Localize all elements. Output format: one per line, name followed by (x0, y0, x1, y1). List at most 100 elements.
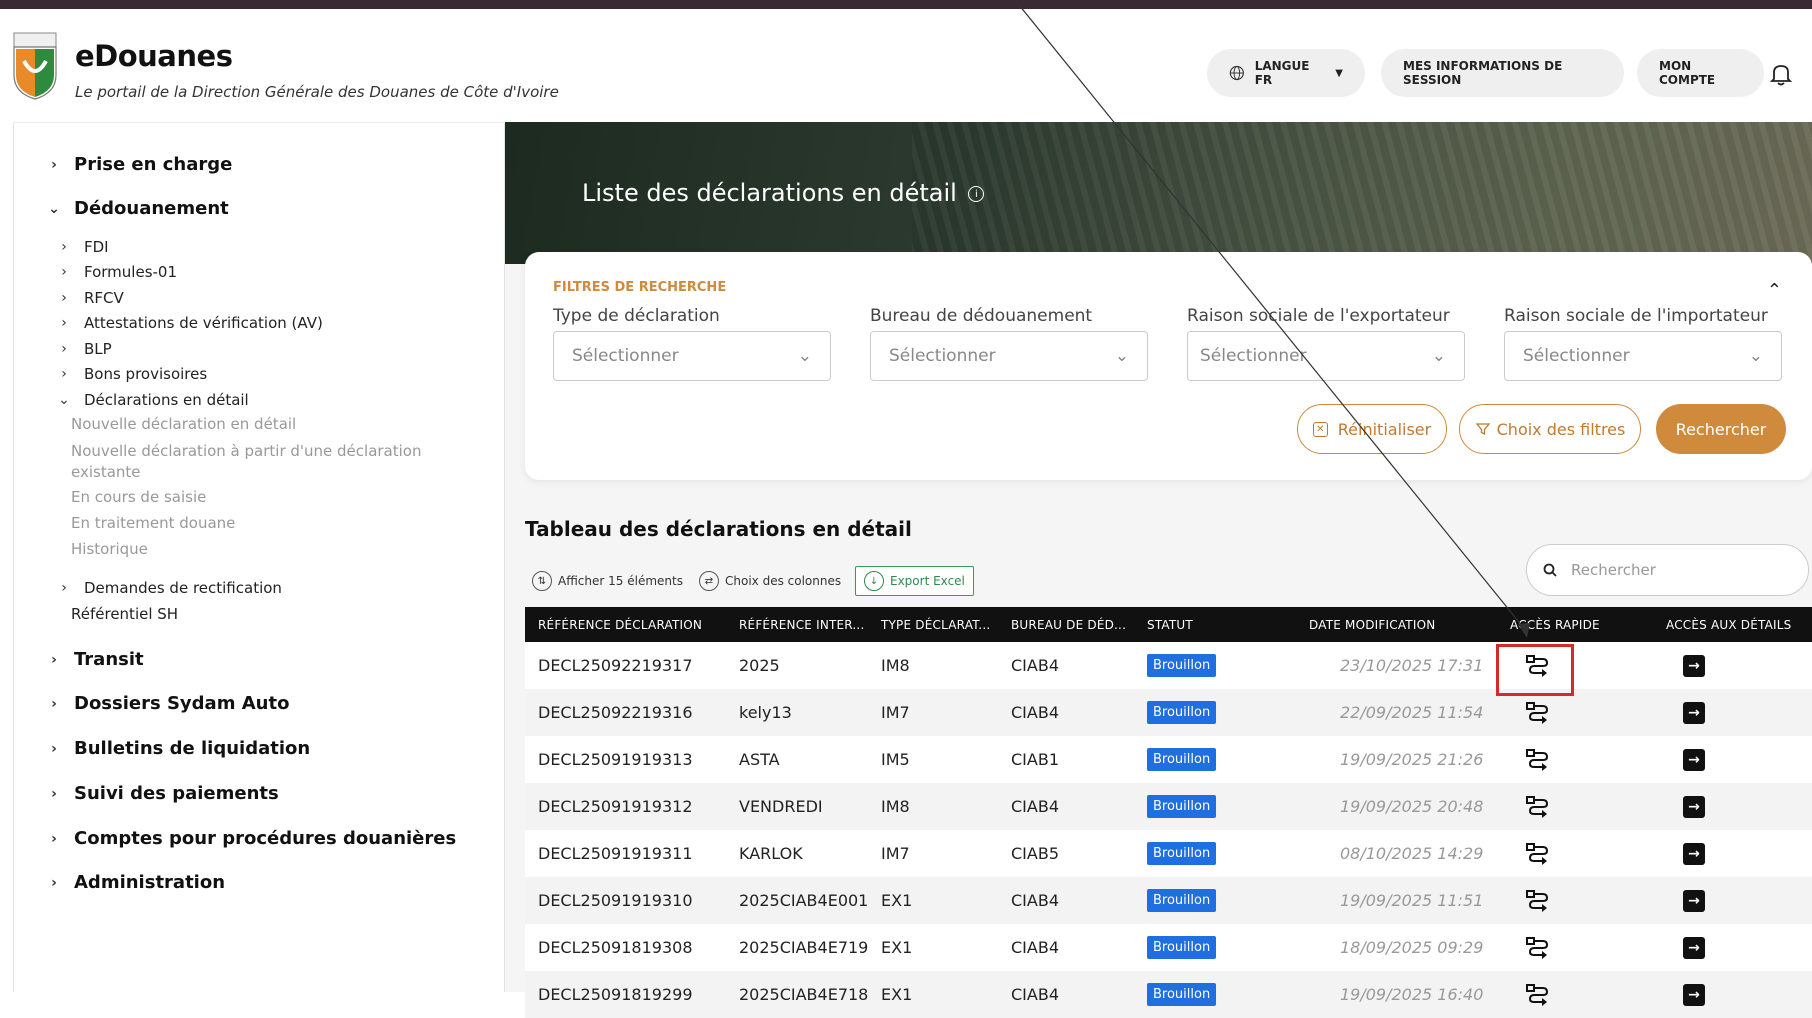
session-info-button[interactable]: MES INFORMATIONS DE SESSION (1381, 49, 1624, 97)
cell-type: IM7 (881, 844, 910, 863)
cell-bureau: CIAB4 (1011, 891, 1059, 910)
col-type[interactable]: TYPE DÉCLARAT... (881, 607, 990, 642)
quick-access-icon[interactable] (1525, 830, 1551, 877)
cell-inter: KARLOK (739, 844, 803, 863)
info-icon[interactable]: i (968, 186, 985, 202)
details-access-icon[interactable]: → (1683, 877, 1705, 924)
type-label: Type de déclaration (553, 306, 720, 326)
nav-blp[interactable]: › BLP (54, 340, 112, 358)
sort-icon: ⇅ (532, 571, 552, 591)
nav-sydam[interactable]: › Dossiers Sydam Auto (44, 693, 289, 714)
chevron-down-icon: ⌄ (48, 200, 60, 217)
details-access-icon[interactable]: → (1683, 830, 1705, 877)
table-row[interactable]: DECL25091919312 VENDREDI IM8 CIAB4 Brouillon… (525, 783, 1812, 830)
table-search-input[interactable]: Rechercher (1526, 544, 1809, 596)
nav-av[interactable]: › Attestations de vérification (AV) (54, 314, 323, 332)
col-inter[interactable]: RÉFÉRENCE INTER... (739, 607, 864, 642)
chevron-down-icon: ⌄ (1748, 346, 1763, 366)
chevron-right-icon: › (61, 580, 67, 596)
account-button[interactable]: MON COMPTE (1637, 49, 1764, 97)
quick-access-icon[interactable] (1525, 689, 1551, 736)
nav-prise-en-charge[interactable]: › Prise en charge (44, 154, 232, 175)
caret-down-icon: ▼ (1335, 67, 1343, 79)
bell-icon[interactable] (1768, 61, 1794, 87)
cell-type: IM8 (881, 797, 910, 816)
search-button[interactable]: Rechercher (1656, 404, 1786, 454)
table-row[interactable]: DECL25092219317 2025 IM8 CIAB4 Brouillon 23/1… (525, 642, 1812, 689)
cell-inter: kely13 (739, 703, 792, 722)
cell-date: 19/09/2025 20:48 (1340, 797, 1484, 816)
table-row[interactable]: DECL25091919311 KARLOK IM7 CIAB5 Brouillon 08… (525, 830, 1812, 877)
chevron-right-icon: › (51, 830, 57, 847)
leaf-traitement[interactable]: En traitement douane (71, 513, 451, 534)
cell-date: 23/10/2025 17:31 (1340, 656, 1484, 675)
chevron-right-icon: › (51, 874, 57, 891)
quick-access-icon[interactable] (1525, 971, 1551, 1018)
chevron-right-icon: › (51, 695, 57, 712)
nav-administration[interactable]: › Administration (44, 872, 225, 893)
cell-ref: DECL25091919313 (538, 750, 693, 769)
table-row[interactable]: DECL25091919313 ASTA IM5 CIAB1 Brouillon 19/0… (525, 736, 1812, 783)
main-content: Liste des déclarations en détail i FILTR… (505, 122, 1812, 1018)
details-access-icon[interactable]: → (1683, 689, 1705, 736)
quick-access-icon[interactable] (1525, 736, 1551, 783)
nav-formules[interactable]: › Formules-01 (54, 263, 177, 281)
nav-declarations[interactable]: ⌄ Déclarations en détail (54, 391, 249, 409)
nav-fdi[interactable]: › FDI (54, 238, 108, 256)
export-excel-button[interactable]: ↓ Export Excel (855, 566, 974, 596)
details-access-icon[interactable]: → (1683, 971, 1705, 1018)
reset-button[interactable]: ✕ Réinitialiser (1297, 404, 1447, 454)
customs-logo (13, 32, 57, 100)
col-statut[interactable]: STATUT (1147, 607, 1193, 642)
language-selector[interactable]: LANGUE FR ▼ (1207, 49, 1365, 97)
columns-choice-button[interactable]: ⇄ Choix des colonnes (699, 566, 841, 596)
session-label: MES INFORMATIONS DE SESSION (1403, 59, 1563, 87)
leaf-en-cours[interactable]: En cours de saisie (71, 487, 451, 508)
leaf-historique[interactable]: Historique (71, 539, 451, 560)
cell-date: 19/09/2025 21:26 (1340, 750, 1484, 769)
nav-comptes[interactable]: › Comptes pour procédures douanières (44, 828, 456, 849)
details-access-icon[interactable]: → (1683, 924, 1705, 971)
table-row[interactable]: DECL25091919310 2025CIAB4E001 EX1 CIAB4 Brou… (525, 877, 1812, 924)
leaf-nouvelle[interactable]: Nouvelle déclaration en détail (71, 414, 451, 435)
col-date[interactable]: DATE MODIFICATION (1309, 607, 1435, 642)
nav-bons[interactable]: › Bons provisoires (54, 365, 207, 383)
nav-transit[interactable]: › Transit (44, 649, 144, 670)
details-access-icon[interactable]: → (1683, 736, 1705, 783)
cell-statut: Brouillon (1147, 642, 1217, 689)
status-badge: Brouillon (1147, 936, 1217, 959)
importateur-select[interactable]: Sélectionner ⌄ (1504, 331, 1782, 381)
table-row[interactable]: DECL25091819308 2025CIAB4E719 EX1 CIAB4 Brou… (525, 924, 1812, 971)
quick-access-icon[interactable] (1525, 924, 1551, 971)
col-ref[interactable]: RÉFÉRENCE DÉCLARATION (538, 607, 702, 642)
chevron-down-icon: ⌄ (1431, 346, 1446, 366)
cell-ref: DECL25092219317 (538, 656, 693, 675)
leaf-nouvelle-partir[interactable]: Nouvelle déclaration à partir d'une décl… (71, 441, 451, 483)
details-access-icon[interactable]: → (1683, 783, 1705, 830)
col-acces-rapide[interactable]: ACCÈS RAPIDE (1510, 607, 1600, 642)
filter-choice-button[interactable]: Choix des filtres (1459, 404, 1641, 454)
table-row[interactable]: DECL25091819299 2025CIAB4E718 EX1 CIAB4 Brou… (525, 971, 1812, 1018)
exportateur-select[interactable]: Sélectionner ⌄ (1187, 331, 1465, 381)
sidebar: › Prise en charge ⌄ Dédouanement › FDI › For… (13, 122, 505, 992)
top-border (0, 0, 1812, 9)
nav-referentiel[interactable]: Référentiel SH (71, 605, 178, 623)
nav-paiements[interactable]: › Suivi des paiements (44, 783, 279, 804)
nav-bulletins[interactable]: › Bulletins de liquidation (44, 738, 310, 759)
col-bureau[interactable]: BUREAU DE DÉD... (1011, 607, 1126, 642)
quick-access-icon[interactable] (1525, 783, 1551, 830)
bureau-select[interactable]: Sélectionner ⌄ (870, 331, 1148, 381)
nav-dedouanement[interactable]: ⌄ Dédouanement (44, 198, 229, 219)
nav-rfcv[interactable]: › RFCV (54, 289, 124, 307)
nav-rectification[interactable]: › Demandes de rectification (54, 579, 282, 597)
quick-access-icon[interactable] (1525, 877, 1551, 924)
cell-statut: Brouillon (1147, 736, 1217, 783)
table-row[interactable]: DECL25092219316 kely13 IM7 CIAB4 Brouillon 22… (525, 689, 1812, 736)
collapse-icon[interactable]: ⌃ (1767, 280, 1782, 301)
search-icon (1543, 563, 1557, 577)
status-badge: Brouillon (1147, 889, 1217, 912)
col-acces-details[interactable]: ACCÈS AUX DÉTAILS (1666, 607, 1791, 642)
type-select[interactable]: Sélectionner ⌄ (553, 331, 831, 381)
show-count-button[interactable]: ⇅ Afficher 15 éléments (532, 566, 683, 596)
details-access-icon[interactable]: → (1683, 642, 1705, 689)
